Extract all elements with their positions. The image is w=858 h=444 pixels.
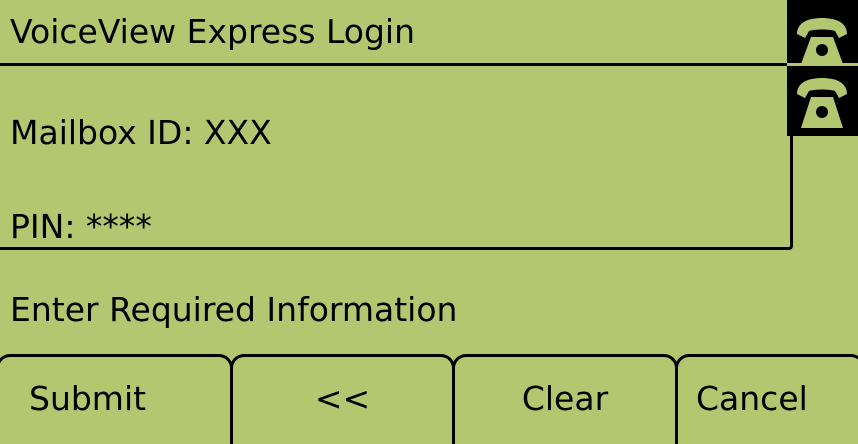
status-message: Enter Required Information	[10, 290, 458, 329]
cancel-softkey[interactable]: Cancel	[675, 354, 858, 444]
softkey-label: Clear	[521, 379, 609, 418]
softkey-label: Cancel	[696, 379, 808, 418]
back-softkey[interactable]: <<	[230, 354, 455, 444]
line-key-2[interactable]	[787, 66, 858, 136]
phone-display-screen: VoiceView Express Login Mailbox ID: XXX …	[0, 0, 858, 444]
softkey-label: <<	[314, 379, 371, 418]
title-bar: VoiceView Express Login	[0, 0, 787, 66]
pin-field[interactable]: PIN: ****	[10, 207, 152, 247]
line-key-1[interactable]	[787, 0, 858, 66]
phone-handset-icon	[797, 18, 847, 64]
login-form: Mailbox ID: XXX PIN: ****	[0, 66, 793, 250]
softkey-label: Submit	[29, 379, 147, 418]
page-title: VoiceView Express Login	[10, 12, 415, 51]
clear-softkey[interactable]: Clear	[452, 354, 678, 444]
phone-handset-icon	[797, 78, 847, 128]
submit-softkey[interactable]: Submit	[0, 354, 233, 444]
mailbox-id-field[interactable]: Mailbox ID: XXX	[10, 113, 272, 153]
